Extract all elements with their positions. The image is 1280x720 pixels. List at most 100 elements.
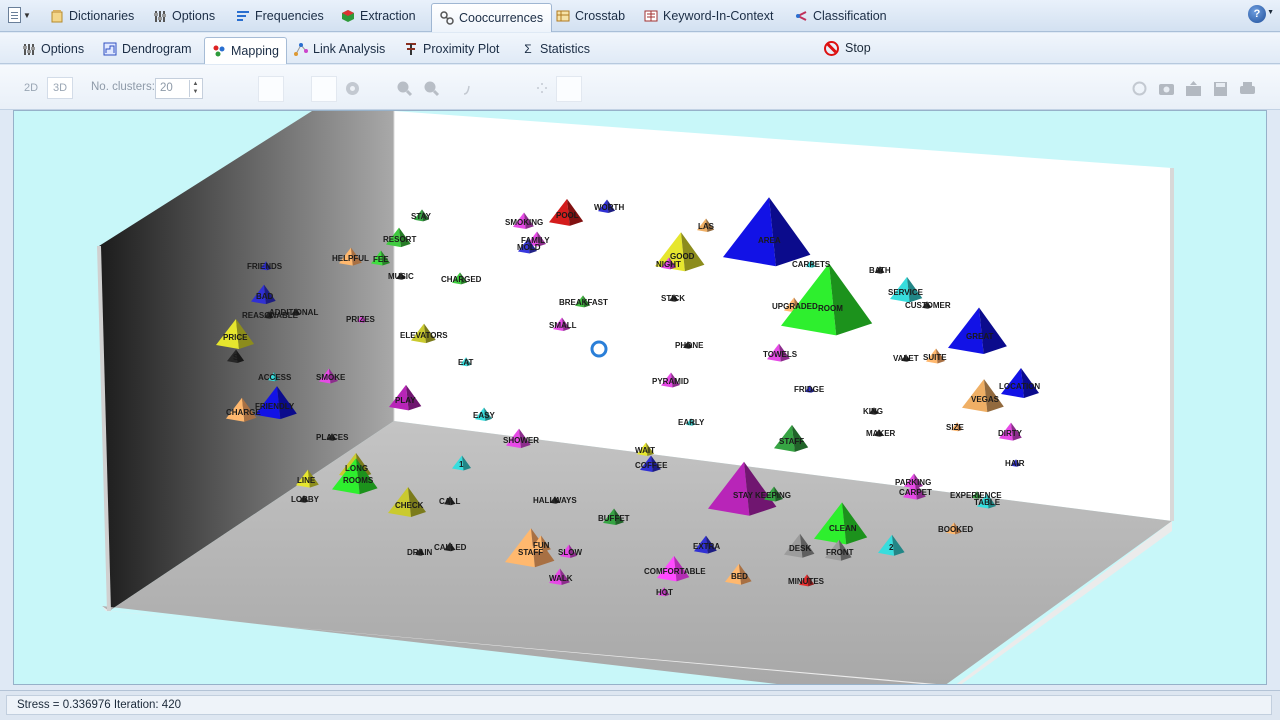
tab-frequencies[interactable]: Frequencies xyxy=(228,3,332,29)
term-label[interactable]: WAIT xyxy=(635,447,655,455)
blank-tool-button[interactable] xyxy=(556,76,582,102)
term-label[interactable]: BAD xyxy=(256,293,273,301)
zoom-out-icon[interactable] xyxy=(423,80,440,97)
term-label[interactable]: BREAKFAST xyxy=(559,299,608,307)
term-label[interactable]: 1 xyxy=(459,461,463,469)
tab-options[interactable]: Options xyxy=(145,3,223,29)
term-label[interactable]: STICK xyxy=(661,295,685,303)
3d-map-viewport[interactable]: WORTH STAY SMOKING POOL FAMILY MOLD RESORT LAS A… xyxy=(13,110,1267,685)
term-label[interactable]: NIGHT xyxy=(656,261,681,269)
term-label[interactable]: HELPFUL xyxy=(332,255,369,263)
move-icon[interactable] xyxy=(534,80,551,97)
term-label[interactable]: FUN xyxy=(533,542,549,550)
term-label[interactable]: CLEAN xyxy=(829,525,857,533)
term-label[interactable]: STAY xyxy=(411,213,431,221)
zoom-in-icon[interactable] xyxy=(396,80,413,97)
term-label[interactable]: S xyxy=(233,354,238,362)
term-label[interactable]: SLOW xyxy=(558,549,582,557)
term-label[interactable]: VALET xyxy=(893,355,919,363)
term-label[interactable]: STAFF xyxy=(518,549,543,557)
term-label[interactable]: CHECK xyxy=(395,502,423,510)
subtab-statistics[interactable]: Σ Statistics xyxy=(514,37,597,61)
term-label[interactable]: POOL xyxy=(556,212,579,220)
term-label[interactable]: FRIENDLY xyxy=(255,403,294,411)
3d-scene[interactable] xyxy=(14,111,1267,685)
tab-dictionaries[interactable]: Dictionaries xyxy=(42,3,142,29)
spin-arrows-icon[interactable]: ▲ ▼ xyxy=(189,80,201,97)
help-icon[interactable]: ? xyxy=(1248,5,1266,23)
term-label[interactable]: SUITE xyxy=(923,354,947,362)
save-icon[interactable] xyxy=(1212,80,1229,97)
rotate-icon[interactable] xyxy=(460,80,477,97)
term-label[interactable]: MOLD xyxy=(517,244,541,252)
term-label[interactable]: SMOKING xyxy=(505,219,543,227)
term-label[interactable]: FRONT xyxy=(826,549,854,557)
term-label[interactable]: LAS xyxy=(698,223,714,231)
term-label[interactable]: ACCESS xyxy=(258,374,291,382)
subtab-proximity-plot[interactable]: Proximity Plot xyxy=(397,37,506,61)
subtab-options[interactable]: Options xyxy=(15,37,91,61)
term-label[interactable]: MINUTES xyxy=(788,578,824,586)
term-label[interactable]: VEGAS xyxy=(971,396,999,404)
term-label[interactable]: COMFORTABLE xyxy=(644,568,706,576)
subtab-dendrogram[interactable]: Dendrogram xyxy=(96,37,198,61)
term-label[interactable]: CALLED xyxy=(434,544,466,552)
term-label[interactable]: STAFF xyxy=(779,438,804,446)
term-label[interactable]: ELEVATORS xyxy=(400,332,448,340)
export-icon[interactable] xyxy=(1185,80,1202,97)
term-label[interactable]: BOOKED xyxy=(938,526,973,534)
print-icon[interactable] xyxy=(1239,80,1256,97)
term-label[interactable]: COFFEE xyxy=(635,462,667,470)
term-label[interactable]: LOBBY xyxy=(291,496,319,504)
chevron-down-icon[interactable]: ▼ xyxy=(1267,9,1274,16)
term-label[interactable]: EXTRA xyxy=(693,543,720,551)
term-label[interactable]: BUFFET xyxy=(598,515,630,523)
term-label[interactable]: EAT xyxy=(458,359,473,367)
term-label[interactable]: CARPETS xyxy=(792,261,830,269)
term-label[interactable]: EARLY xyxy=(678,419,704,427)
term-label[interactable]: UPGRADED xyxy=(772,303,818,311)
term-label[interactable]: WALK xyxy=(549,575,573,583)
tab-classification[interactable]: Classification xyxy=(786,3,895,29)
term-label[interactable]: FEE xyxy=(373,256,389,264)
color-swatch-button[interactable] xyxy=(258,76,284,102)
term-label[interactable]: HALLWAYS xyxy=(533,497,577,505)
term-label[interactable]: MAKER xyxy=(866,430,895,438)
subtab-link-analysis[interactable]: Link Analysis xyxy=(287,37,392,61)
term-label[interactable]: ROOM xyxy=(818,305,843,313)
color-swatch-button[interactable] xyxy=(311,76,337,102)
term-label[interactable]: ROOMS xyxy=(343,477,373,485)
term-label[interactable]: CHARGED xyxy=(441,276,481,284)
term-label[interactable]: KEEPING xyxy=(755,492,791,500)
term-label[interactable]: BATH xyxy=(869,267,891,275)
term-label[interactable]: PLACES xyxy=(316,434,348,442)
camera-icon[interactable] xyxy=(1158,80,1175,97)
stop-button[interactable]: Stop xyxy=(824,38,871,58)
clusters-stepper[interactable]: 20 ▲ ▼ xyxy=(155,78,203,99)
tab-extraction[interactable]: Extraction xyxy=(333,3,424,29)
mode-3d-button[interactable]: 3D xyxy=(47,77,73,99)
term-label[interactable]: MUSIC xyxy=(388,273,414,281)
term-label[interactable]: TOWELS xyxy=(763,351,797,359)
term-label[interactable]: 2 xyxy=(889,544,893,552)
term-label[interactable]: HOT xyxy=(656,589,673,597)
term-label[interactable]: PHONE xyxy=(675,342,703,350)
term-label[interactable]: LONG xyxy=(345,465,368,473)
term-label[interactable]: CALL xyxy=(439,498,460,506)
term-label[interactable]: FRIDGE xyxy=(794,386,824,394)
term-label[interactable]: EASY xyxy=(473,412,495,420)
tab-keyword-in-context[interactable]: Keyword-In-Context xyxy=(636,3,781,29)
term-label[interactable]: CARPET xyxy=(899,489,932,497)
term-label[interactable]: LOCATION xyxy=(999,383,1040,391)
term-label[interactable]: HAIR xyxy=(1005,460,1025,468)
subtab-mapping[interactable]: Mapping xyxy=(204,37,287,64)
term-label[interactable]: PRICE xyxy=(223,334,247,342)
app-menu-button[interactable]: ▼ xyxy=(8,5,36,25)
term-label[interactable]: GREAT xyxy=(966,333,993,341)
term-label[interactable]: SIZE xyxy=(946,424,964,432)
term-label[interactable]: BED xyxy=(731,573,748,581)
term-label[interactable]: LINE xyxy=(297,477,315,485)
term-label[interactable]: PRIZES xyxy=(346,316,375,324)
tab-crosstab[interactable]: Crosstab xyxy=(548,3,633,29)
term-label[interactable]: SMOKE xyxy=(316,374,345,382)
